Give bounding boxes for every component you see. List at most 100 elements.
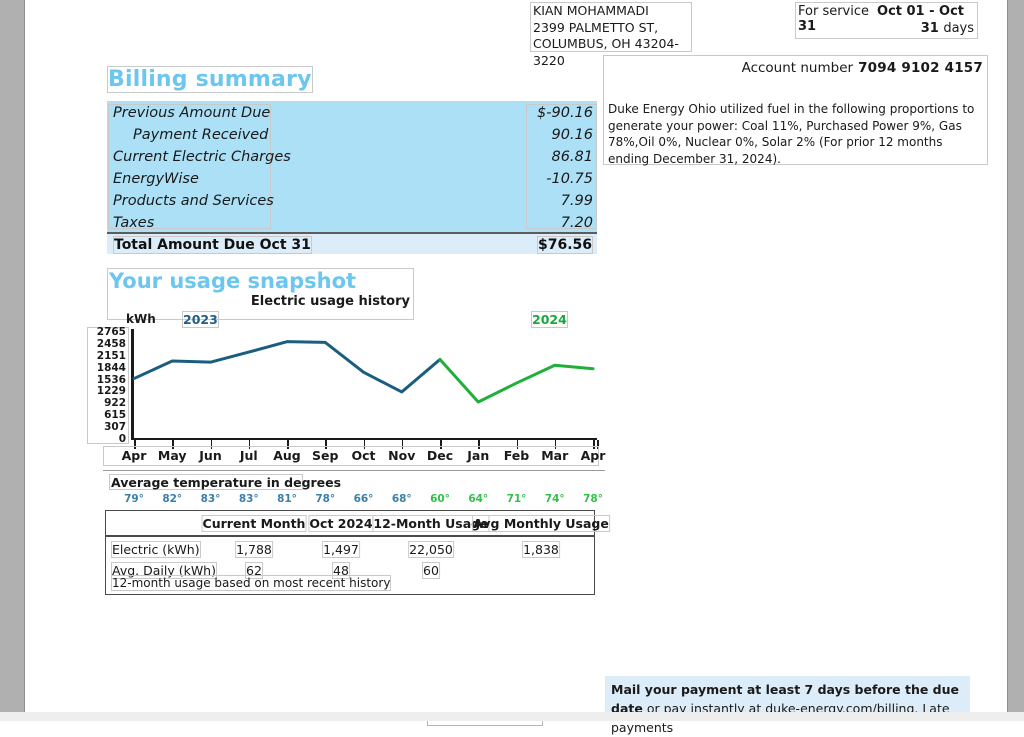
legend-2023: 2023 [182, 311, 219, 328]
chart-y-tick-label: 1844 [96, 361, 126, 374]
chart-x-tick-label: Jul [239, 448, 258, 463]
chart-y-tick-label: 922 [104, 397, 126, 410]
billing-row-label: Current Electric Charges [113, 149, 291, 165]
billing-summary-row: Current Electric Charges 86.81 [107, 147, 597, 169]
chart-x-tick-label: Jun [199, 448, 222, 463]
billing-row-label: Previous Amount Due [113, 105, 271, 121]
chart-x-tick-label: Feb [503, 448, 530, 463]
customer-address-block: KIAN MOHAMMADI 2399 PALMETTO ST, COLUMBU… [530, 2, 692, 68]
usage-table-cell: 1,788 [235, 541, 273, 558]
billing-row-amount: 86.81 [551, 149, 593, 165]
usage-table-row-label: Electric (kWh) [111, 541, 201, 558]
billing-summary-title: Billing summary [107, 66, 313, 93]
chart-x-axis-labels: Apr May Jun Jul Aug Sep Oct Nov Dec Jan Feb Mar Apr [87, 447, 606, 465]
total-amount-due-value: $76.56 [536, 236, 593, 254]
billing-row-amount: -10.75 [546, 171, 593, 187]
temperature-value: 66° [353, 493, 374, 505]
service-days-line: 31 days [921, 21, 974, 36]
chart-x-tick-label: Sep [312, 448, 339, 463]
chart-y-tick-label: 2151 [96, 349, 126, 362]
billing-row-amount: $-90.16 [537, 105, 593, 121]
chart-x-tick-label: Nov [388, 448, 416, 463]
temperature-value: 81° [277, 493, 297, 505]
billing-summary-rows: Previous Amount Due $-90.16 Payment Receiv… [107, 103, 597, 235]
chart-y-tick-label: 615 [104, 409, 126, 422]
customer-name: KIAN MOHAMMADI [533, 3, 649, 18]
temperature-value: 78° [583, 493, 603, 505]
right-page-gutter [1008, 0, 1024, 721]
chart-x-tick-label: May [157, 448, 187, 463]
billing-row-amount: 7.99 [560, 193, 593, 209]
temperature-value: 83° [238, 493, 259, 505]
fuel-mix-text: Duke Energy Ohio utilized fuel in the fo… [608, 102, 975, 166]
billing-summary-row: Previous Amount Due $-90.16 [107, 103, 597, 125]
usage-table-cell: 1,497 [322, 541, 360, 558]
billing-summary-row: Payment Received 90.16 [107, 125, 597, 147]
usage-table-header-cell: Avg Monthly Usage [472, 515, 610, 532]
temperature-value: 83° [200, 493, 221, 505]
chart-x-tick-label: Apr [580, 448, 606, 463]
chart-plot-area [131, 327, 599, 449]
usage-table-header-rule [106, 535, 594, 537]
customer-street: 2399 PALMETTO ST, [533, 19, 659, 35]
chart-y-tick-label: 0 [118, 433, 126, 445]
electric-usage-chart: 0 307 615 922 1229 1536 1844 2151 2458 2765 [87, 327, 599, 449]
usage-table-cell: 60 [422, 562, 440, 579]
chart-x-tick-label: Aug [273, 448, 301, 463]
temperature-value: 71° [506, 493, 527, 505]
chart-series-2023 [132, 340, 442, 394]
account-info-block: Account number 7094 9102 4157 Duke Energy… [603, 55, 988, 166]
temperature-value: 79° [124, 493, 144, 505]
usage-history-subtitle: Electric usage history [250, 294, 410, 309]
billing-row-amount: 90.16 [551, 127, 593, 143]
bottom-strip [0, 712, 1024, 721]
chart-y-tick-label: 2765 [96, 326, 126, 338]
temperature-title: Average temperature in degrees [111, 475, 342, 490]
payment-message-text: Mail your payment at least 7 days before… [611, 680, 963, 737]
chart-x-tick-label: Apr [121, 448, 147, 463]
service-period-block: For service Oct 01 - Oct 31 31 days [795, 2, 978, 39]
chart-y-tick-label: 1229 [96, 385, 126, 398]
account-number-line: Account number 7094 9102 4157 [742, 60, 983, 76]
chart-x-tick-label: Dec [426, 448, 454, 463]
bill-page: KIAN MOHAMMADI 2399 PALMETTO ST, COLUMBU… [24, 0, 1008, 735]
usage-snapshot-title: Your usage snapshot [109, 269, 357, 293]
billing-row-label: Taxes [113, 215, 155, 231]
usage-table-cell: 22,050 [408, 541, 454, 558]
chart-y-tick-label: 2458 [96, 337, 126, 350]
chart-series-2024 [438, 357, 595, 404]
temperature-divider [103, 470, 605, 471]
usage-unit-label: kWh [126, 312, 156, 326]
billing-summary-total-row: Total Amount Due Oct 31 $76.56 [107, 234, 597, 254]
account-number-label: Account number [741, 60, 854, 76]
usage-table-header-cell: Oct 2024 [308, 515, 374, 532]
temperature-values-row: 79° 82° 83° 83° 81° 78° 66° 68° 60° 64° 71° 74° 78° [87, 493, 603, 507]
temperature-value: 74° [544, 493, 565, 505]
billing-row-label: EnergyWise [113, 171, 199, 187]
temperature-value: 64° [468, 493, 489, 505]
left-page-gutter [0, 0, 24, 721]
service-period-label: For service [798, 4, 870, 19]
billing-summary-row: EnergyWise -10.75 [107, 169, 597, 191]
chart-x-tick-label: Mar [541, 448, 569, 463]
legend-2024: 2024 [531, 311, 568, 328]
chart-y-tick-label: 307 [104, 421, 126, 434]
usage-table-footnote: 12-month usage based on most recent hist… [111, 575, 392, 591]
billing-row-amount: 7.20 [560, 215, 593, 231]
chart-y-tick-label: 1536 [96, 373, 126, 386]
temperature-value: 60° [430, 493, 450, 505]
usage-table-cell: 1,838 [522, 541, 560, 558]
temperature-value: 82° [162, 493, 183, 505]
usage-table-header-cell: Current Month [201, 515, 307, 532]
billing-summary-row: Products and Services 7.99 [107, 191, 597, 213]
billing-row-label: Products and Services [113, 193, 274, 209]
billing-row-label: Payment Received [133, 127, 269, 143]
service-days-label: days [943, 21, 974, 36]
chart-line-svg [132, 340, 595, 404]
temperature-value: 68° [391, 493, 412, 505]
total-amount-due-label: Total Amount Due Oct 31 [113, 236, 312, 254]
account-number-value: 7094 9102 4157 [858, 60, 983, 76]
chart-y-axis-labels: 0 307 615 922 1229 1536 1844 2151 2458 2765 [87, 327, 129, 444]
service-days-value: 31 [920, 21, 939, 36]
chart-x-tick-label: Jan [467, 448, 490, 463]
